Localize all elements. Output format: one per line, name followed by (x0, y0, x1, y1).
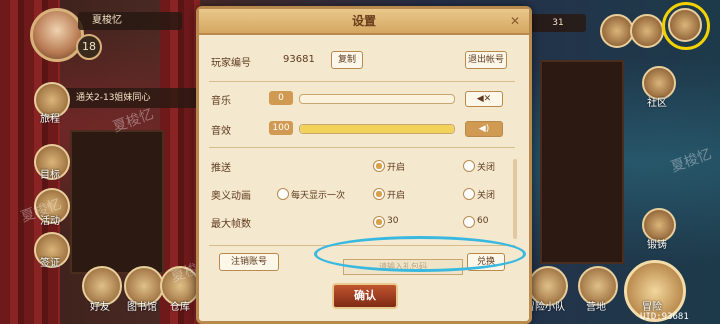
bottom-label-camp: 营地 (586, 302, 606, 313)
sfx-value: 100 (269, 121, 293, 135)
sfx-row: 音效 100 ◀) (211, 119, 511, 139)
player-level-badge: 18 (76, 34, 102, 60)
close-icon[interactable]: ✕ (507, 13, 523, 29)
push-label: 推送 (211, 163, 231, 174)
mute-icon[interactable]: ◀✕ (465, 91, 503, 107)
fps-60-label: 60 (477, 216, 489, 226)
right-label-forge: 锻铸 (647, 240, 667, 251)
music-label: 音乐 (211, 96, 231, 107)
logout-button[interactable]: 退出帐号 (465, 51, 507, 69)
cancel-account-button[interactable]: 注销账号 (219, 253, 279, 271)
bookshelf-left (70, 130, 164, 274)
fps-60-radio[interactable] (463, 216, 475, 228)
side-label-goal: 目标 (40, 170, 60, 181)
ult-daily-radio[interactable] (277, 188, 289, 200)
bookshelf-right (540, 60, 624, 264)
bottom-label-adventure: 冒险 (642, 302, 662, 313)
sfx-slider-fill (300, 125, 454, 133)
sfx-label: 音效 (211, 126, 231, 137)
push-off-label: 关闭 (477, 163, 496, 173)
player-name: 夏梭忆 (78, 12, 182, 30)
ult-on-radio[interactable] (373, 188, 385, 200)
side-label-journey: 旅程 (40, 114, 60, 125)
player-id-label: 玩家编号 (211, 58, 251, 69)
push-row: 推送 开启 关闭 (211, 157, 511, 175)
sfx-slider[interactable] (299, 124, 455, 134)
fps-row: 最大帧数 30 60 (211, 213, 511, 231)
notice-icon[interactable] (630, 14, 664, 48)
fps-30-label: 30 (387, 216, 399, 226)
player-id-row: 玩家编号 93681 复制 退出帐号 (211, 51, 511, 71)
push-on-label: 开启 (387, 163, 406, 173)
player-avatar[interactable] (30, 8, 84, 62)
currency-counter: 31 (530, 14, 586, 32)
ult-anim-row: 奥义动画 每天显示一次 开启 关闭 (211, 185, 511, 203)
right-label-community: 社区 (647, 98, 667, 109)
highlight-ring (662, 2, 710, 50)
push-off-radio[interactable] (463, 160, 475, 172)
ult-off-label: 关闭 (477, 191, 496, 201)
settings-scrollbar[interactable] (513, 159, 517, 239)
fps-30-radio[interactable] (373, 216, 385, 228)
dialog-title: 设置 (199, 9, 529, 35)
divider (209, 147, 515, 148)
ult-anim-label: 奥义动画 (211, 191, 251, 202)
highlight-ellipse (314, 236, 526, 272)
uid-label: UID:93681 (640, 312, 689, 322)
music-row: 音乐 0 ◀✕ (211, 89, 511, 109)
mail-icon[interactable] (600, 14, 634, 48)
music-slider[interactable] (299, 94, 455, 104)
copy-button[interactable]: 复制 (331, 51, 363, 69)
player-id-value: 93681 (283, 54, 315, 65)
speaker-icon[interactable]: ◀) (465, 121, 503, 137)
divider (209, 81, 515, 82)
confirm-button[interactable]: 确认 (332, 283, 398, 309)
push-on-radio[interactable] (373, 160, 385, 172)
music-value: 0 (269, 91, 293, 105)
fps-label: 最大帧数 (211, 219, 251, 230)
ult-on-label: 开启 (387, 191, 406, 201)
settings-dialog: 设置 ✕ 玩家编号 93681 复制 退出帐号 音乐 0 ◀✕ 音效 100 ◀… (196, 6, 532, 324)
side-label-visa: 签证 (40, 258, 60, 269)
ult-off-radio[interactable] (463, 188, 475, 200)
ult-daily-label: 每天显示一次 (291, 191, 346, 201)
